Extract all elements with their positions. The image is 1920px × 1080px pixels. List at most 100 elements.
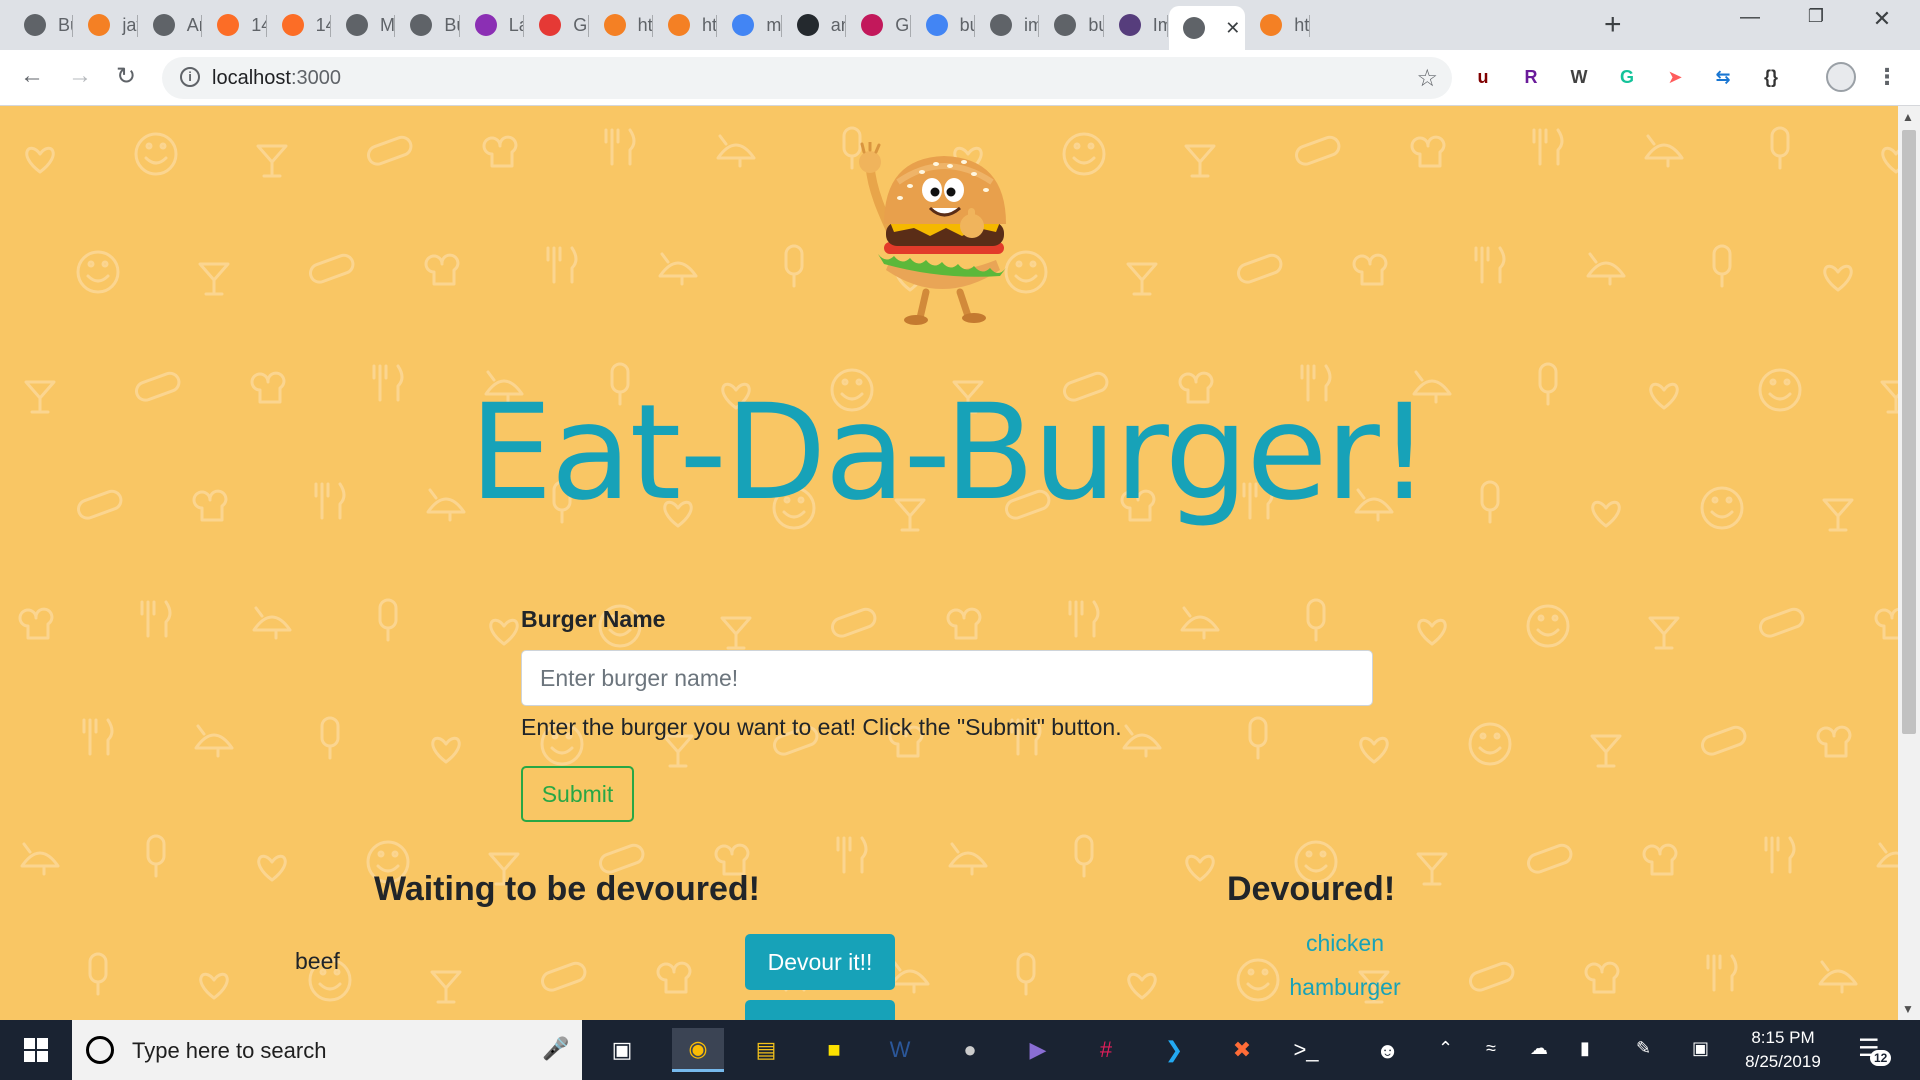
devour-button[interactable]: Devour it!! [745, 934, 895, 990]
waving-burger-mascot [859, 142, 1006, 325]
swap-ext-icon[interactable]: ⇆ [1710, 64, 1736, 90]
chrome-icon[interactable]: ◉ [672, 1028, 724, 1072]
vscode-icon[interactable]: ❯ [1148, 1028, 1200, 1072]
minimize-icon[interactable]: — [1720, 6, 1780, 29]
f-icon [539, 14, 562, 36]
browser-tab[interactable]: jav [74, 8, 138, 42]
browser-tab-label: Bu [58, 14, 73, 35]
tab-separator [136, 15, 138, 37]
browser-tab[interactable]: An [139, 8, 203, 42]
scrollbar-thumb[interactable] [1902, 130, 1916, 734]
browser-toolbar: ← → ↻ i localhost:3000 ☆ u R W G ➤ ⇆ {} ⋮ [0, 50, 1920, 106]
url-text[interactable]: localhost:3000 [212, 67, 341, 90]
address-bar[interactable]: i localhost:3000 ☆ [162, 57, 1452, 99]
forward-icon[interactable]: → [68, 62, 92, 90]
scroll-down-arrow-icon[interactable]: ▼ [1902, 1002, 1914, 1016]
close-tab-icon[interactable]: ✕ [1225, 18, 1240, 39]
onedrive-icon[interactable]: ☁ [1530, 1038, 1548, 1059]
browser-tab[interactable]: im [976, 8, 1040, 42]
grammarly-icon[interactable]: G [1614, 64, 1640, 90]
terminal-icon[interactable]: >_ [1280, 1028, 1332, 1072]
browser-tab[interactable]: bu [912, 8, 975, 42]
browser-tab[interactable]: an [783, 8, 847, 42]
devoured-burger-link[interactable]: hamburger [1190, 974, 1500, 1001]
globe-icon [990, 14, 1012, 36]
tab-separator [394, 15, 396, 37]
tab-separator [780, 15, 782, 37]
touch-keyboard-icon[interactable]: ▣ [1692, 1038, 1709, 1059]
browser-tab-label: an [830, 14, 847, 35]
browser-tab[interactable]: 14 [268, 8, 331, 42]
sticky-notes-icon[interactable]: ■ [808, 1028, 860, 1072]
gitlab-icon [217, 14, 240, 36]
slack-icon[interactable]: # [1080, 1028, 1132, 1072]
form-help-text: Enter the burger you want to eat! Click … [521, 714, 1122, 740]
github-desktop-icon[interactable]: ● [944, 1028, 996, 1072]
tab-separator [1308, 15, 1310, 37]
profile-avatar[interactable] [1826, 62, 1856, 92]
browser-tab-label: ma [766, 14, 782, 35]
w-icon[interactable]: W [1566, 64, 1592, 90]
browser-tab-label: im [1024, 14, 1040, 35]
browser-tab[interactable]: M [332, 8, 396, 42]
page-viewport: Eat-Da-Burger! Burger Name Enter burger … [0, 106, 1898, 1020]
bookmark-star-icon[interactable]: ☆ [1416, 64, 1438, 93]
tab-separator [587, 15, 589, 37]
browser-tab[interactable]: htt [1246, 8, 1310, 42]
r-icon[interactable]: R [1518, 64, 1544, 90]
word-icon[interactable]: W [874, 1028, 926, 1072]
browser-tab[interactable]: ma [718, 8, 782, 42]
devoured-burger-link[interactable]: chicken [1190, 930, 1500, 957]
page-scrollbar[interactable]: ▲ ▼ [1898, 106, 1920, 1020]
browser-tab[interactable]: bu [1040, 8, 1104, 42]
browser-tab[interactable]: ✕ [1169, 6, 1246, 50]
browser-tab-label: M [380, 14, 395, 35]
reload-icon[interactable]: ↻ [116, 62, 136, 91]
browser-tab[interactable]: htt [654, 8, 718, 42]
restore-icon[interactable]: ❐ [1786, 6, 1846, 27]
browser-tab[interactable]: Im [1105, 8, 1169, 42]
taskbar-search-box[interactable]: Type here to search 🎤 [72, 1020, 582, 1080]
github-icon [796, 14, 819, 36]
windows-start-button[interactable] [0, 1020, 72, 1080]
browser-tab[interactable]: htt [590, 8, 653, 42]
devour-button-partial[interactable] [745, 1000, 895, 1020]
visual-studio-icon[interactable]: ▶ [1012, 1028, 1064, 1072]
pen-workspace-icon[interactable]: ✎ [1636, 1038, 1651, 1059]
site-info-icon[interactable]: i [180, 67, 200, 87]
close-window-icon[interactable]: ✕ [1852, 6, 1912, 32]
ublock-icon[interactable]: u [1470, 64, 1496, 90]
tab-separator [458, 15, 460, 37]
new-tab-button[interactable]: + [1604, 8, 1622, 42]
show-hidden-icons-chevron-icon[interactable]: ⌃ [1438, 1038, 1453, 1059]
menu-kebab-icon[interactable]: ⋮ [1874, 64, 1900, 90]
people-icon[interactable]: ☻ [1376, 1038, 1399, 1064]
browser-tab[interactable]: Go [525, 8, 589, 42]
waiting-heading: Waiting to be devoured! [374, 870, 760, 908]
globe-icon [24, 14, 46, 36]
microphone-icon[interactable]: 🎤 [542, 1036, 569, 1062]
browser-tab[interactable]: La [461, 8, 525, 42]
submit-button[interactable]: Submit [521, 766, 634, 822]
postman-icon[interactable]: ✖ [1216, 1028, 1268, 1072]
burger-name-input[interactable]: Enter burger name! [521, 650, 1373, 706]
browser-tab[interactable]: Bu [396, 8, 460, 42]
browser-tab[interactable]: Bu [10, 8, 74, 42]
tab-separator [523, 15, 525, 37]
task-view-icon[interactable]: ▣ [596, 1028, 648, 1072]
scroll-up-arrow-icon[interactable]: ▲ [1902, 110, 1914, 124]
browser-tab-label: Go [573, 14, 588, 35]
browser-tab-label: Bu [444, 14, 459, 35]
browser-tab-label: La [508, 14, 525, 35]
browser-tab[interactable]: 14 [203, 8, 267, 42]
wifi-icon[interactable]: ≈ [1486, 1038, 1496, 1059]
back-icon[interactable]: ← [20, 62, 44, 90]
browser-tab[interactable]: Gl [847, 8, 911, 42]
taskbar-clock[interactable]: 8:15 PM 8/25/2019 [1728, 1026, 1838, 1074]
browser-tab-label: htt [637, 14, 653, 35]
file-explorer-icon[interactable]: ▤ [740, 1028, 792, 1072]
battery-icon[interactable]: ▮ [1580, 1038, 1590, 1059]
tab-separator [72, 15, 74, 37]
braces-ext-icon[interactable]: {} [1758, 64, 1784, 90]
arrow-ext-icon[interactable]: ➤ [1662, 64, 1688, 90]
